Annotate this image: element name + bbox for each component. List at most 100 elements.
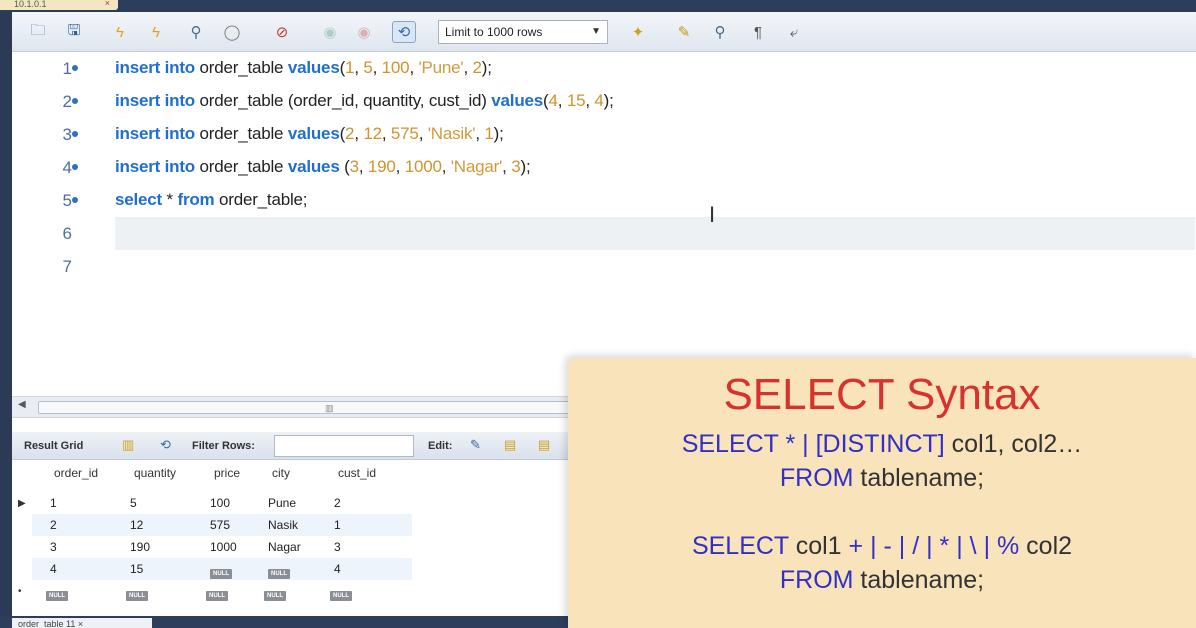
table-row[interactable]: 4 15 NULL NULL 4 [32,558,412,580]
scrollbar-thumb[interactable]: ▥ [38,401,578,414]
table-cell[interactable]: Nasik [268,518,298,532]
table-cell[interactable]: 190 [130,540,150,554]
tab-strip: 10.1.0.1 × [0,0,1196,12]
code-token: , [418,124,428,143]
code-token: , [354,124,364,143]
column-header[interactable]: order_id [54,466,98,486]
table-cell[interactable]: 2 [50,518,57,532]
table-cell[interactable]: 1000 [210,540,237,554]
new-row-icon: • [18,586,22,597]
statement-marker-icon [72,164,78,170]
keyword: select [115,190,163,209]
filter-rows-input[interactable] [274,435,414,457]
table-cell-null[interactable]: NULL [330,586,352,601]
refresh-icon[interactable]: ⟲ [160,437,171,453]
syntax-text: tablename; [853,464,985,492]
code-line-current: 6 [12,217,1196,250]
table-cell[interactable]: 3 [50,540,57,554]
table-cell-null[interactable]: NULL [126,586,148,601]
column-header[interactable]: quantity [134,466,176,486]
code-line: 4 insert into order_table values (3, 190… [12,151,1196,184]
grid-icon[interactable]: ▥ [122,437,134,453]
limit-rows-select[interactable]: Limit to 1000 rows ▼ [438,20,608,44]
table-cell-null[interactable]: NULL [206,586,228,601]
table-cell[interactable]: Pune [268,496,296,510]
wrap-icon[interactable]: ⤶ [782,21,806,43]
code-text: select * from order_table; [115,190,308,210]
toggle-icon[interactable]: ⊘ [270,21,294,43]
code-line: 2 insert into order_table (order_id, qua… [12,85,1196,118]
column-header[interactable]: cust_id [338,466,376,486]
folder-icon[interactable]: 🗀 [26,21,50,43]
keyword: values [287,58,340,77]
invisible-chars-icon[interactable]: ¶ [746,21,770,43]
beautify-icon[interactable]: ✦ [626,21,650,43]
table-cell[interactable]: 5 [130,496,137,510]
table-cell-null[interactable]: NULL [264,586,286,601]
number-literal: 12 [363,124,382,143]
lightning-cursor-icon[interactable]: ϟ [144,21,168,43]
statement-marker-icon [72,98,78,104]
magnifier-search-icon[interactable]: ⚲ [708,21,732,43]
result-tab[interactable]: order_table 11 × [12,618,152,628]
table-cell[interactable]: 15 [130,562,143,576]
table-cell[interactable]: Nagar [268,540,301,554]
table-cell[interactable]: 3 [334,540,341,554]
code-text: insert into order_table values (3, 190, … [115,157,531,177]
syntax-line: FROM tablename; [568,464,1196,493]
add-row-icon[interactable]: ▤ [504,437,516,453]
table-row[interactable]: 2 12 575 Nasik 1 [32,514,412,536]
magnifier-icon[interactable]: ⚲ [184,21,208,43]
code-token: ); [493,124,504,143]
column-header[interactable]: city [272,466,290,486]
rollback-icon[interactable]: ◉ [352,21,376,43]
syntax-text: tablename; [853,566,985,594]
column-header[interactable]: price [214,466,240,486]
result-grid[interactable]: order_id quantity price city cust_id ▶ 1… [12,460,572,616]
horizontal-scrollbar[interactable]: ◀ ▥ [12,396,578,418]
save-icon[interactable]: 🖫 [62,21,86,43]
table-cell-null[interactable]: NULL [46,586,68,601]
find-icon[interactable]: ✎ [672,21,696,43]
code-token: ); [603,91,614,110]
table-cell[interactable]: 4 [334,562,341,576]
table-cell[interactable]: 2 [334,496,341,510]
table-cell[interactable]: 100 [210,496,230,510]
table-cell[interactable]: 4 [50,562,57,576]
table-cell-null[interactable]: NULL [210,564,232,579]
table-row[interactable]: 3 190 1000 Nagar 3 [32,536,412,558]
sql-editor[interactable]: 1 insert into order_table values(1, 5, 1… [12,52,1196,408]
code-line: 1 insert into order_table values(1, 5, 1… [12,52,1196,85]
code-token: , [372,58,382,77]
code-token: ); [481,58,492,77]
table-row[interactable]: 1 5 100 Pune 2 [32,492,412,514]
code-token: ); [520,157,531,176]
grip-icon: ▥ [325,403,334,413]
table-row-new[interactable]: NULL NULL NULL NULL NULL [32,580,412,602]
close-icon[interactable]: × [105,0,110,8]
commit-icon[interactable]: ◉ [318,21,342,43]
scroll-left-icon[interactable]: ◀ [18,399,26,410]
delete-row-icon[interactable]: ▤ [538,437,550,453]
lightning-icon[interactable]: ϟ [108,21,132,43]
null-badge: NULL [210,569,232,579]
null-badge: NULL [126,591,148,601]
result-grid-label[interactable]: Result Grid [24,440,83,452]
number-literal: 4 [548,91,558,110]
null-badge: NULL [206,591,228,601]
table-cell-null[interactable]: NULL [268,564,290,579]
stop-icon[interactable]: ◯ [220,21,244,43]
current-line-highlight [115,217,1195,250]
number-literal: 2 [472,58,482,77]
autocommit-icon[interactable]: ⟲ [392,21,416,43]
line-number: 7 [62,257,72,276]
table-cell[interactable]: 575 [210,518,230,532]
table-cell[interactable]: 1 [50,496,57,510]
code-token: order_table; [214,190,308,209]
table-cell[interactable]: 1 [334,518,341,532]
table-cell[interactable]: 12 [130,518,143,532]
line-number: 3 [62,125,72,144]
editor-tab[interactable]: 10.1.0.1 × [0,0,118,10]
edit-row-icon[interactable]: ✎ [470,437,481,453]
code-token: , [354,58,364,77]
